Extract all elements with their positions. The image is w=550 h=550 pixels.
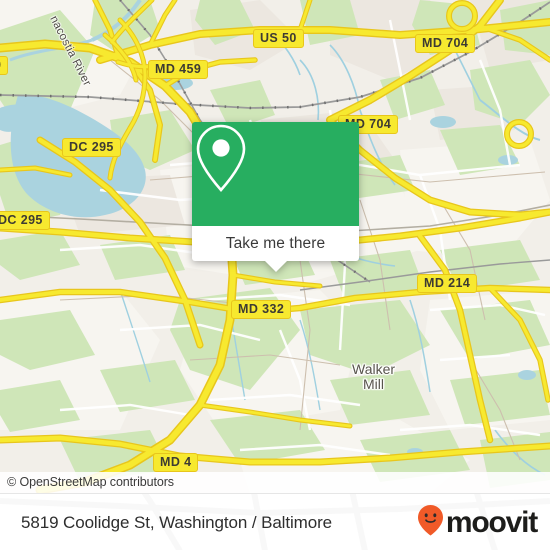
road-shield-dc-295-upper[interactable]: DC 295: [62, 138, 121, 157]
road-shield-md-459[interactable]: MD 459: [148, 60, 209, 79]
popup-action-bar[interactable]: Take me there: [192, 226, 359, 272]
moovit-map-page: nacostia River Walker Mill US 50 MD 704 …: [0, 0, 550, 550]
location-address: 5819 Coolidge St, Washington / Baltimore: [21, 512, 332, 532]
popup-pointer-tail: [264, 261, 287, 272]
road-shield-md-332[interactable]: MD 332: [231, 300, 292, 319]
road-shield-edge-topleft[interactable]: 0: [0, 56, 9, 75]
moovit-logo[interactable]: moovit: [417, 494, 538, 550]
popup-header: [192, 122, 359, 226]
road-shield-md-704-north[interactable]: MD 704: [415, 34, 476, 53]
footer-bar: 5819 Coolidge St, Washington / Baltimore…: [0, 493, 550, 550]
moovit-smiley-pin-icon: [417, 504, 444, 541]
map-attribution[interactable]: © OpenStreetMap contributors: [0, 472, 550, 493]
moovit-wordmark: moovit: [445, 505, 538, 539]
road-shield-md-214[interactable]: MD 214: [417, 274, 478, 293]
destination-popup[interactable]: Take me there: [192, 122, 359, 272]
take-me-there-button[interactable]: Take me there: [226, 235, 326, 253]
road-shield-md-4[interactable]: MD 4: [153, 453, 199, 472]
map-canvas[interactable]: nacostia River Walker Mill US 50 MD 704 …: [0, 0, 550, 493]
road-shield-dc-295-left[interactable]: DC 295: [0, 211, 50, 230]
road-shield-us-50[interactable]: US 50: [253, 29, 304, 48]
